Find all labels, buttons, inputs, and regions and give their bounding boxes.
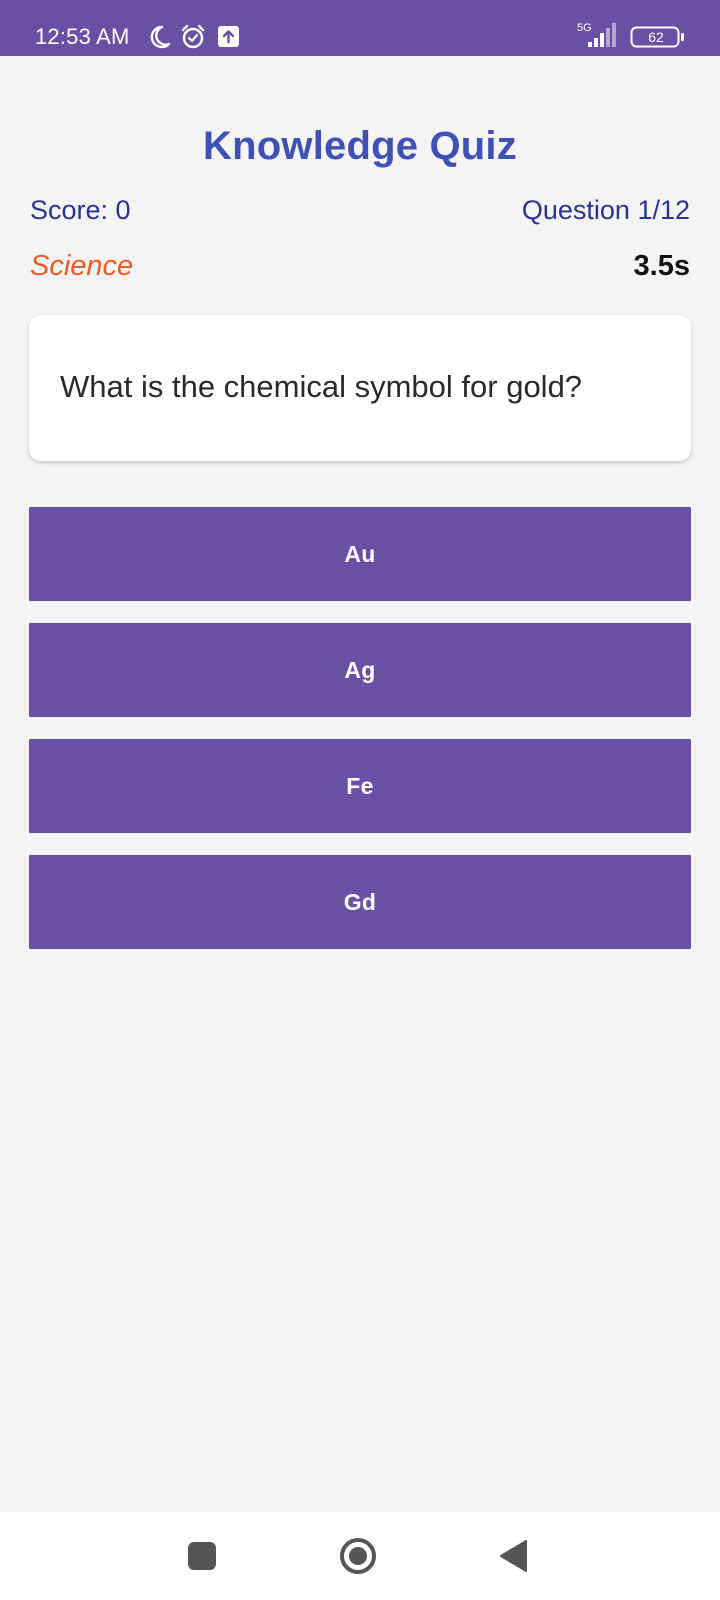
upload-icon [218,26,239,47]
alarm-icon [181,24,205,49]
timer-label: 3.5s [633,250,690,282]
status-bar: 12:53 AM 5G 62 [0,0,720,56]
answer-button-1[interactable]: Au [29,507,691,601]
category-label: Science [30,250,134,282]
recent-apps-icon[interactable] [186,1540,218,1572]
moon-icon [150,25,171,49]
navigation-bar [0,1512,720,1600]
battery-level: 62 [648,29,664,45]
score-label: Score: 0 [30,195,131,225]
quiz-title: Knowledge Quiz [203,124,517,168]
question-card: What is the chemical symbol for gold? [29,315,691,461]
back-icon[interactable] [498,1539,528,1573]
answer-button-3[interactable]: Fe [29,739,691,833]
question-counter: Question 1/12 [521,195,690,225]
answer-list: Au Ag Fe Gd [29,507,691,971]
signal-icon [588,23,616,47]
answer-button-2[interactable]: Ag [29,623,691,717]
answer-button-4[interactable]: Gd [29,855,691,949]
home-icon[interactable] [338,1536,378,1576]
quiz-screen: 12:53 AM 5G 62 Knowledge Quiz Score: 0 Q… [0,0,720,1600]
question-text: What is the chemical symbol for gold? [60,369,583,404]
status-time: 12:53 AM [35,24,130,49]
